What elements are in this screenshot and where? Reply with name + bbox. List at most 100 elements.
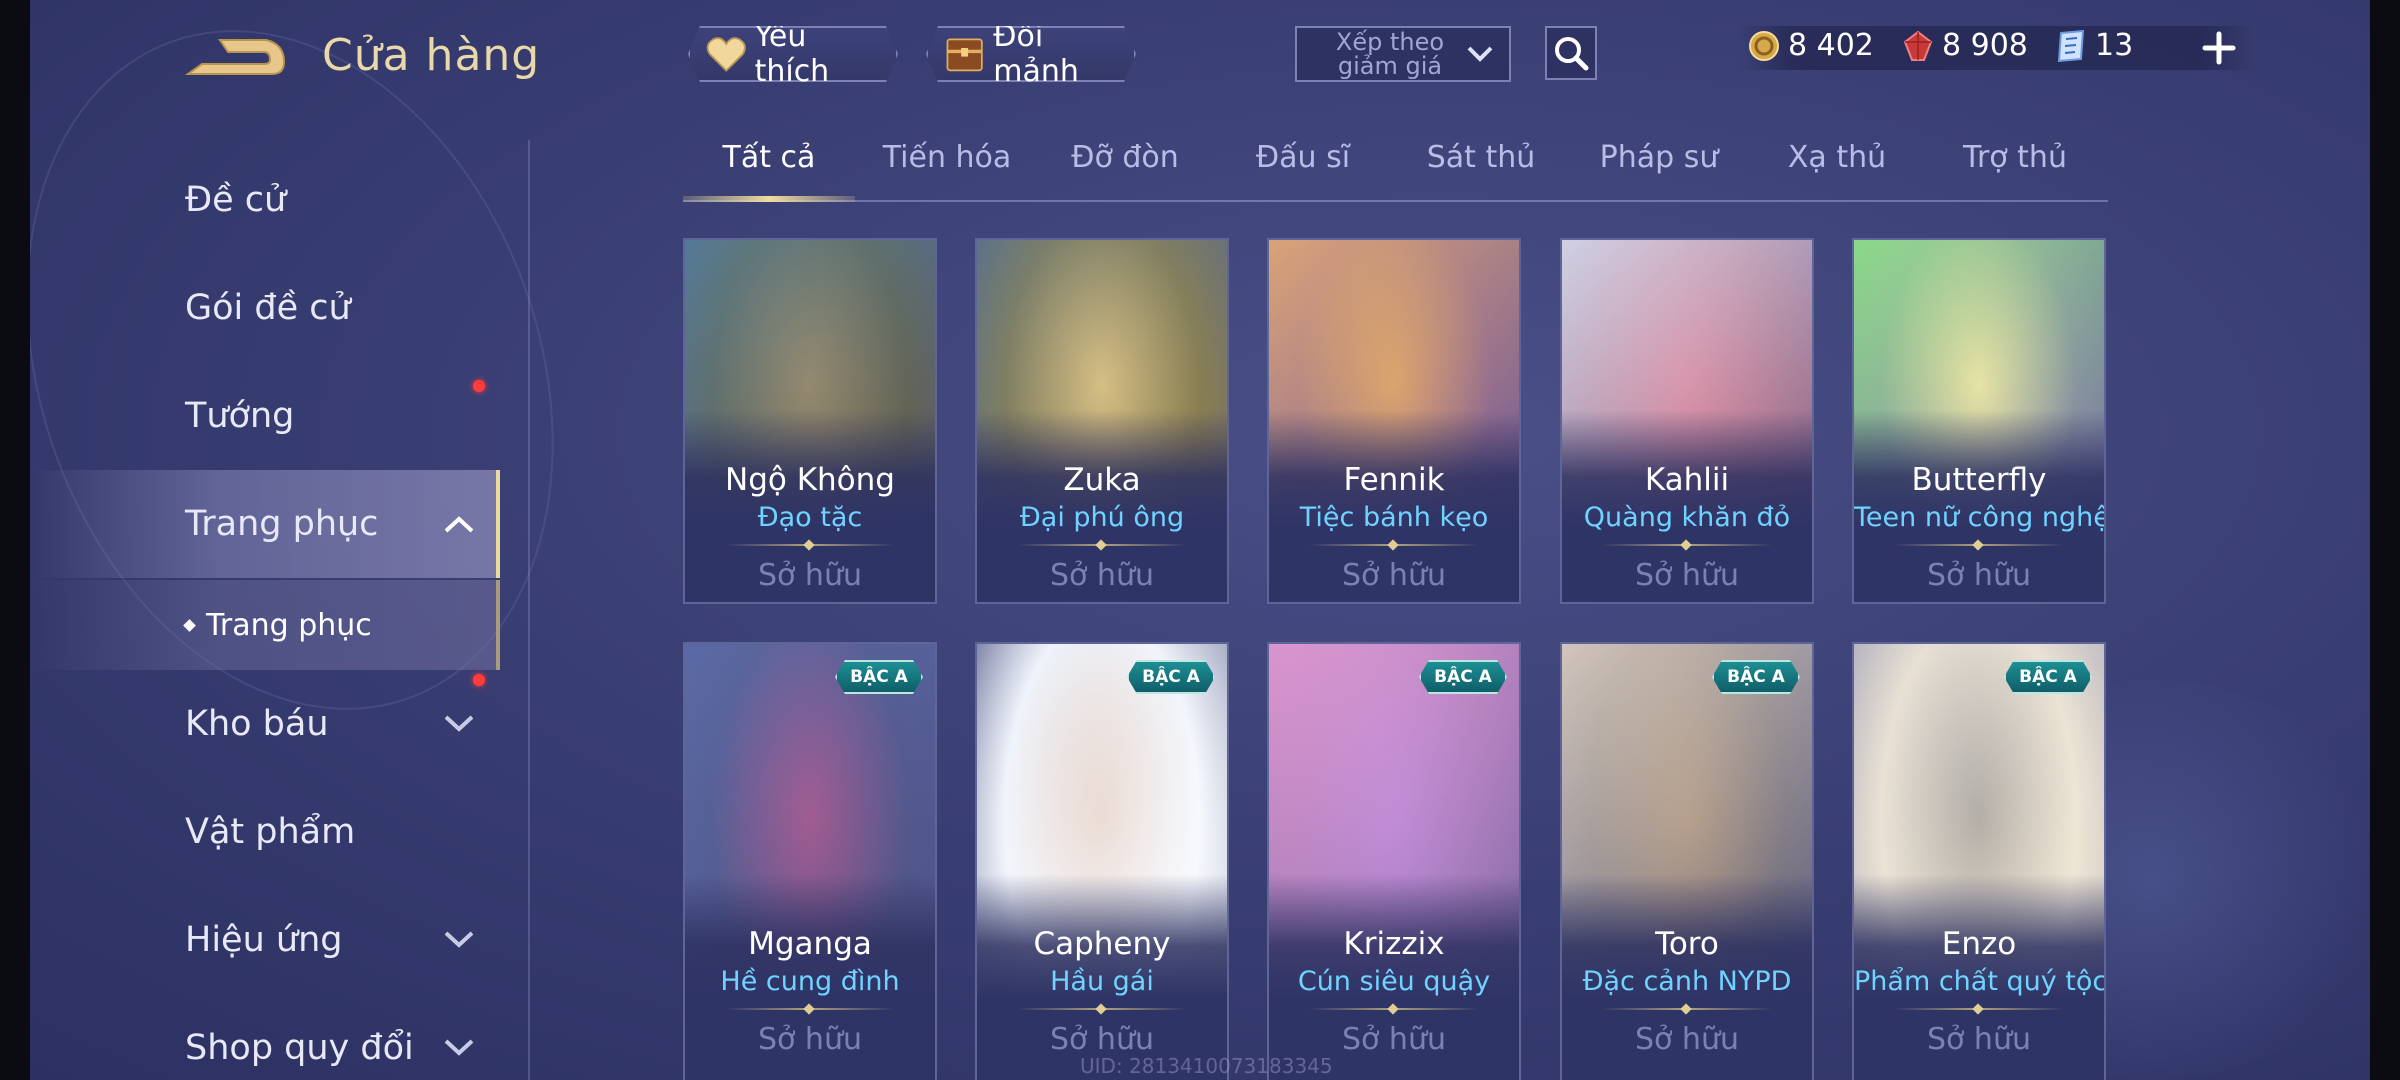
uid-watermark: UID: 2813410073183345 xyxy=(1080,1054,1333,1078)
sidebar-item-recommended[interactable]: Đề cử xyxy=(30,150,500,250)
gold-coin-icon xyxy=(1749,30,1779,61)
hero-name: Mganga xyxy=(748,926,872,962)
skin-card[interactable]: Kahlii Quàng khăn đỏ Sở hữu xyxy=(1560,238,1814,604)
skin-card[interactable]: Zuka Đại phú ông Sở hữu xyxy=(975,238,1229,604)
category-tabs: Tất cả Tiến hóa Đỡ đòn Đấu sĩ Sát thủ Ph… xyxy=(683,140,2108,206)
skin-name: Hề cung đình xyxy=(720,966,900,997)
shard-exchange-label: Đổi mảnh xyxy=(993,19,1079,89)
sidebar-item-skins[interactable]: Trang phục xyxy=(30,470,500,578)
skin-card[interactable]: BẬC A Krizzix Cún siêu quậy Sở hữu xyxy=(1267,642,1521,1080)
tab-fighter[interactable]: Đấu sĩ xyxy=(1223,140,1383,175)
hero-name: Butterfly xyxy=(1911,462,2047,498)
skin-name: Đặc cảnh NYPD xyxy=(1582,966,1792,997)
page-title: Cửa hàng xyxy=(322,30,541,81)
back-button[interactable] xyxy=(180,30,290,90)
skin-name: Phẩm chất quý tộc xyxy=(1854,966,2106,997)
hero-name: Zuka xyxy=(1063,462,1141,498)
skin-name: Đại phú ông xyxy=(1019,502,1185,533)
tabs-divider xyxy=(683,200,2108,202)
hero-name: Fennik xyxy=(1343,462,1445,498)
bullet-diamond-icon xyxy=(183,618,196,632)
screen-edge-right xyxy=(2370,0,2400,1080)
skin-name: Hầu gái xyxy=(1050,966,1154,997)
skin-card[interactable]: BẬC A Capheny Hầu gái Sở hữu xyxy=(975,642,1229,1080)
ownership-status: Sở hữu xyxy=(1342,1022,1446,1057)
search-button[interactable] xyxy=(1545,26,1597,80)
skin-name: Tiệc bánh kẹo xyxy=(1299,502,1489,533)
plus-icon xyxy=(2202,31,2236,65)
hero-name: Krizzix xyxy=(1343,926,1445,962)
tier-badge: BẬC A xyxy=(2004,660,2092,694)
sidebar-item-label: Trang phục xyxy=(185,504,379,544)
tier-badge: BẬC A xyxy=(1712,660,1800,694)
skin-name: Đạo tặc xyxy=(757,502,863,533)
tier-badge: BẬC A xyxy=(835,660,923,694)
sort-label: Xếp theo giảm giá xyxy=(1335,28,1445,80)
tab-mage[interactable]: Pháp sư xyxy=(1579,140,1739,175)
hero-name: Ngộ Không xyxy=(725,462,895,498)
chevron-down-icon xyxy=(444,931,474,948)
skin-card[interactable]: Ngộ Không Đạo tặc Sở hữu xyxy=(683,238,937,604)
ruby-amount: 8 908 xyxy=(1942,28,2028,63)
sidebar-item-label: Shop quy đổi xyxy=(185,1028,414,1068)
ownership-status: Sở hữu xyxy=(1927,558,2031,593)
skin-card[interactable]: BẬC A Enzo Phẩm chất quý tộc Sở hữu xyxy=(1852,642,2106,1080)
tier-badge: BẬC A xyxy=(1419,660,1507,694)
tab-assassin[interactable]: Sát thủ xyxy=(1401,140,1561,175)
sidebar-item-exchange-shop[interactable]: Shop quy đổi xyxy=(30,998,500,1080)
heart-icon xyxy=(706,34,747,74)
voucher-amount: 13 xyxy=(2095,28,2134,63)
chevron-down-icon xyxy=(1467,46,1493,62)
sidebar-item-label: Hiệu ứng xyxy=(185,920,343,960)
sidebar: Đề cử Gói đề cử Tướng Trang phục Trang p… xyxy=(30,140,530,1080)
hero-name: Capheny xyxy=(1033,926,1171,962)
ownership-status: Sở hữu xyxy=(1927,1022,2031,1057)
back-arrow-icon xyxy=(184,39,286,75)
sidebar-item-effects[interactable]: Hiệu ứng xyxy=(30,890,500,990)
tab-tank[interactable]: Đỡ đòn xyxy=(1045,140,1205,175)
add-currency-button[interactable] xyxy=(2195,24,2243,72)
ownership-status: Sở hữu xyxy=(758,558,862,593)
sidebar-item-treasure[interactable]: Kho báu xyxy=(30,674,500,774)
tab-evolution[interactable]: Tiến hóa xyxy=(867,140,1027,175)
ownership-status: Sở hữu xyxy=(1635,558,1739,593)
skin-card[interactable]: Fennik Tiệc bánh kẹo Sở hữu xyxy=(1267,238,1521,604)
tab-all[interactable]: Tất cả xyxy=(689,140,849,175)
hero-name: Toro xyxy=(1655,926,1719,962)
voucher-icon xyxy=(2057,29,2085,62)
tier-badge: BẬC A xyxy=(1127,660,1215,694)
tab-marksman[interactable]: Xạ thủ xyxy=(1757,140,1917,175)
hero-name: Enzo xyxy=(1941,926,2017,962)
shop-screen: Cửa hàng Yêu thích Đổi mảnh Xếp theo giả… xyxy=(0,0,2400,1080)
skin-name: Cún siêu quậy xyxy=(1297,966,1491,997)
voucher-currency: 13 xyxy=(2055,28,2133,63)
favorites-button[interactable]: Yêu thích xyxy=(688,26,898,82)
gold-currency: 8 402 xyxy=(1748,28,1874,63)
ownership-status: Sở hữu xyxy=(1342,558,1446,593)
sidebar-item-heroes[interactable]: Tướng xyxy=(30,366,500,466)
ownership-status: Sở hữu xyxy=(1050,1022,1154,1057)
shard-exchange-button[interactable]: Đổi mảnh xyxy=(926,26,1136,82)
ruby-currency: 8 908 xyxy=(1902,28,2028,63)
ownership-status: Sở hữu xyxy=(1635,1022,1739,1057)
sidebar-item-label: Đề cử xyxy=(185,180,287,220)
favorites-label: Yêu thích xyxy=(754,19,830,89)
notification-dot xyxy=(473,674,485,686)
skin-name: Teen nữ công nghệ xyxy=(1854,502,2106,533)
skin-card[interactable]: BẬC A Mganga Hề cung đình Sở hữu xyxy=(683,642,937,1080)
treasure-chest-icon xyxy=(944,31,985,77)
search-icon xyxy=(1555,37,1589,71)
hero-name: Kahlii xyxy=(1644,462,1730,498)
skin-card[interactable]: Butterfly Teen nữ công nghệ Sở hữu xyxy=(1852,238,2106,604)
gold-amount: 8 402 xyxy=(1788,28,1874,63)
sidebar-item-items[interactable]: Vật phẩm xyxy=(30,782,500,882)
sidebar-item-label: Gói đề cử xyxy=(185,288,351,328)
sidebar-subitem-skins[interactable]: Trang phục xyxy=(30,580,500,670)
tab-support[interactable]: Trợ thủ xyxy=(1935,140,2095,175)
sort-dropdown[interactable]: Xếp theo giảm giá xyxy=(1295,26,1511,82)
sidebar-item-label: Tướng xyxy=(185,396,295,436)
sidebar-item-label: Vật phẩm xyxy=(185,812,356,852)
active-tab-indicator xyxy=(683,196,855,202)
sidebar-item-recommended-packs[interactable]: Gói đề cử xyxy=(30,258,500,392)
skin-card[interactable]: BẬC A Toro Đặc cảnh NYPD Sở hữu xyxy=(1560,642,1814,1080)
